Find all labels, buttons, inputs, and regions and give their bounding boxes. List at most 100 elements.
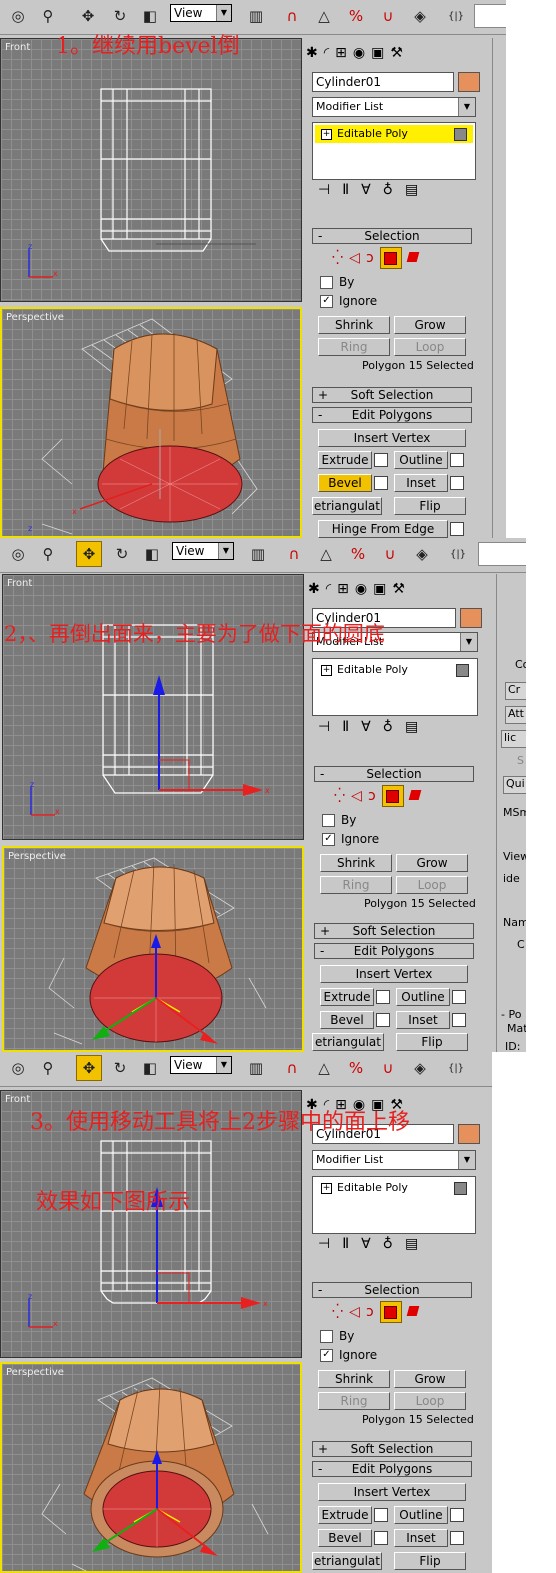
bevel-settings-button[interactable] bbox=[374, 476, 388, 490]
soft-selection-rollout-header[interactable]: + Soft Selection bbox=[312, 1441, 472, 1457]
inset-button[interactable]: Inset bbox=[394, 1529, 448, 1547]
retriangulate-button[interactable]: etriangulat bbox=[312, 1552, 382, 1570]
outline-button[interactable]: Outline bbox=[396, 988, 450, 1006]
object-color-swatch[interactable] bbox=[460, 608, 482, 628]
checkbox-box[interactable] bbox=[322, 814, 335, 827]
configure-sets-icon[interactable]: ▤ bbox=[405, 182, 418, 198]
bevel-button[interactable]: Bevel bbox=[318, 474, 372, 492]
remove-modifier-icon[interactable]: ♁ bbox=[383, 1236, 393, 1252]
modify-tab-icon[interactable]: ◜ bbox=[324, 45, 329, 61]
border-icon[interactable]: ↄ bbox=[366, 250, 374, 266]
pivot-icon[interactable]: ▥ bbox=[246, 542, 270, 566]
spell-check-icon[interactable]: {|} bbox=[444, 1056, 468, 1080]
selection-rollout-header[interactable]: - Selection bbox=[312, 1282, 472, 1298]
edge-icon[interactable]: ◁ bbox=[351, 788, 362, 804]
select-region-icon[interactable]: ◎ bbox=[6, 542, 30, 566]
extrude-settings-button[interactable] bbox=[374, 453, 388, 467]
utilities-tab-icon[interactable]: ⚒ bbox=[392, 581, 405, 597]
bevel-settings-button[interactable] bbox=[374, 1531, 388, 1545]
vertex-icon[interactable]: ⁛ bbox=[332, 250, 343, 266]
reference-coordinate-select[interactable]: View ▼ bbox=[172, 542, 234, 560]
move-icon[interactable]: ✥ bbox=[76, 541, 102, 567]
loop-button[interactable]: Loop bbox=[394, 338, 466, 356]
create-tab-icon[interactable]: ✱ bbox=[308, 581, 320, 597]
ignore-backfacing-checkbox[interactable]: ✓ Ignore bbox=[320, 1348, 377, 1362]
stack-item-editable-poly[interactable]: + Editable Poly bbox=[315, 1179, 473, 1197]
rotate-icon[interactable]: ↻ bbox=[108, 4, 132, 28]
soft-selection-rollout-header[interactable]: + Soft Selection bbox=[314, 923, 474, 939]
edge-icon[interactable]: ◁ bbox=[349, 1304, 360, 1320]
front-viewport[interactable]: Front z x bbox=[0, 38, 302, 302]
shrink-button[interactable]: Shrink bbox=[318, 316, 390, 334]
show-end-result-icon[interactable]: Ⅱ bbox=[342, 1236, 349, 1252]
modify-tab-icon[interactable]: ◜ bbox=[326, 581, 331, 597]
selection-rollout-header[interactable]: - Selection bbox=[314, 766, 474, 782]
show-end-result-icon[interactable]: Ⅱ bbox=[342, 719, 349, 735]
border-icon[interactable]: ↄ bbox=[368, 788, 376, 804]
inset-settings-button[interactable] bbox=[450, 1531, 464, 1545]
flip-button[interactable]: Flip bbox=[394, 1552, 466, 1570]
inset-settings-button[interactable] bbox=[452, 1013, 466, 1027]
by-vertex-checkbox[interactable]: By bbox=[320, 1329, 354, 1343]
spinner-snap-icon[interactable]: ∪ bbox=[378, 542, 402, 566]
modifier-list-dropdown[interactable]: Modifier List ▼ bbox=[312, 1150, 476, 1170]
select-link-icon[interactable]: ⚲ bbox=[36, 1056, 60, 1080]
hinge-from-edge-button[interactable]: Hinge From Edge bbox=[318, 520, 448, 538]
bevel-settings-button[interactable] bbox=[376, 1013, 390, 1027]
ring-button[interactable]: Ring bbox=[318, 1392, 390, 1410]
outline-button[interactable]: Outline bbox=[394, 1506, 448, 1524]
ring-button[interactable]: Ring bbox=[318, 338, 390, 356]
inset-settings-button[interactable] bbox=[450, 476, 464, 490]
spell-check-icon[interactable]: {|} bbox=[444, 4, 468, 28]
pin-stack-icon[interactable]: ⊣ bbox=[318, 182, 330, 198]
make-unique-icon[interactable]: ∀ bbox=[361, 1236, 371, 1252]
grow-button[interactable]: Grow bbox=[396, 854, 468, 872]
outline-button[interactable]: Outline bbox=[394, 451, 448, 469]
expand-icon[interactable]: + bbox=[321, 1183, 332, 1194]
motion-tab-icon[interactable]: ◉ bbox=[355, 581, 367, 597]
by-vertex-checkbox[interactable]: By bbox=[322, 813, 356, 827]
hinge-settings-button[interactable] bbox=[450, 522, 464, 536]
scale-icon[interactable]: ◧ bbox=[138, 1056, 162, 1080]
angle-snap-icon[interactable]: △ bbox=[312, 4, 336, 28]
checkbox-box[interactable] bbox=[320, 1330, 333, 1343]
stack-item-editable-poly[interactable]: + Editable Poly bbox=[315, 661, 475, 679]
side-button-qui[interactable]: Qui bbox=[503, 776, 526, 794]
select-region-icon[interactable]: ◎ bbox=[6, 1056, 30, 1080]
snap-3d-icon[interactable]: ∩ bbox=[282, 542, 306, 566]
rotate-icon[interactable]: ↻ bbox=[108, 1056, 132, 1080]
bevel-button[interactable]: Bevel bbox=[318, 1529, 372, 1547]
shrink-button[interactable]: Shrink bbox=[318, 1370, 390, 1388]
side-button-lic[interactable]: lic bbox=[501, 730, 526, 748]
object-color-swatch[interactable] bbox=[458, 72, 480, 92]
checkbox-box[interactable]: ✓ bbox=[320, 295, 333, 308]
pivot-icon[interactable]: ▥ bbox=[244, 4, 268, 28]
percent-snap-icon[interactable]: % bbox=[344, 1056, 368, 1080]
edge-icon[interactable]: ◁ bbox=[349, 250, 360, 266]
extrude-button[interactable]: Extrude bbox=[318, 451, 372, 469]
element-icon[interactable] bbox=[408, 788, 421, 804]
pin-stack-icon[interactable]: ⊣ bbox=[318, 719, 330, 735]
insert-vertex-button[interactable]: Insert Vertex bbox=[318, 1483, 466, 1501]
scale-icon[interactable]: ◧ bbox=[138, 4, 162, 28]
outline-settings-button[interactable] bbox=[450, 453, 464, 467]
utilities-tab-icon[interactable]: ⚒ bbox=[390, 45, 403, 61]
retriangulate-button[interactable]: etriangulat bbox=[312, 1033, 384, 1051]
insert-vertex-button[interactable]: Insert Vertex bbox=[320, 965, 468, 983]
perspective-viewport[interactable]: Perspective bbox=[2, 846, 304, 1052]
named-selection-icon[interactable]: ◈ bbox=[408, 4, 432, 28]
display-tab-icon[interactable]: ▣ bbox=[371, 45, 384, 61]
select-link-icon[interactable]: ⚲ bbox=[36, 542, 60, 566]
object-color-swatch[interactable] bbox=[458, 1124, 480, 1144]
pin-stack-icon[interactable]: ⊣ bbox=[318, 1236, 330, 1252]
loop-button[interactable]: Loop bbox=[396, 876, 468, 894]
vertex-icon[interactable]: ⁛ bbox=[334, 788, 345, 804]
hierarchy-tab-icon[interactable]: ⊞ bbox=[337, 581, 349, 597]
percent-snap-icon[interactable]: % bbox=[344, 4, 368, 28]
edit-polygons-rollout-header[interactable]: - Edit Polygons bbox=[312, 1461, 472, 1477]
selection-rollout-header[interactable]: - Selection bbox=[312, 228, 472, 244]
checkbox-box[interactable]: ✓ bbox=[322, 833, 335, 846]
modifier-toggle-icon[interactable] bbox=[456, 664, 469, 677]
configure-sets-icon[interactable]: ▤ bbox=[405, 719, 418, 735]
outline-settings-button[interactable] bbox=[450, 1508, 464, 1522]
